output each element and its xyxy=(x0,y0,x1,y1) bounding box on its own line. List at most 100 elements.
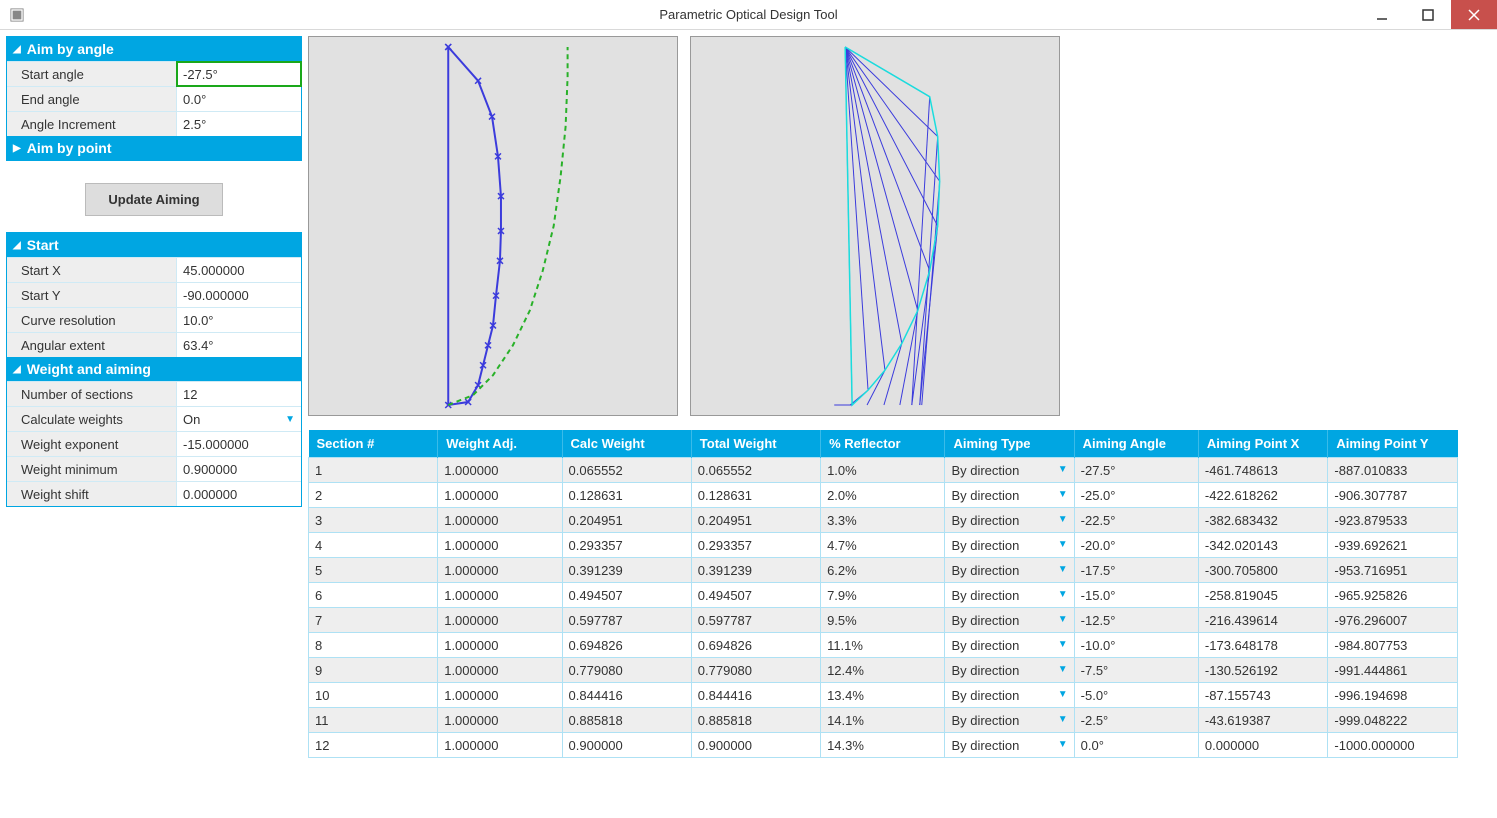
header-weight-adj[interactable]: Weight Adj. xyxy=(438,430,562,458)
cell-weight-adj[interactable]: 1.000000 xyxy=(438,733,562,758)
ray-trace-chart[interactable] xyxy=(690,36,1060,416)
minimize-button[interactable] xyxy=(1359,0,1405,29)
table-row: 71.0000000.5977870.5977879.5%By directio… xyxy=(309,608,1458,633)
header-aiming-point-y[interactable]: Aiming Point Y xyxy=(1328,430,1458,458)
aim-by-angle-header[interactable]: ◢ Aim by angle xyxy=(7,37,301,61)
start-angle-input[interactable]: -27.5° xyxy=(177,62,301,86)
cell-section: 9 xyxy=(309,658,438,683)
sections-table: Section # Weight Adj. Calc Weight Total … xyxy=(308,430,1458,758)
cell-aiming-point-y: -1000.000000 xyxy=(1328,733,1458,758)
cell-aiming-angle[interactable]: 0.0° xyxy=(1074,733,1198,758)
cell-weight-adj[interactable]: 1.000000 xyxy=(438,633,562,658)
aim-by-point-header[interactable]: ▶ Aim by point xyxy=(7,136,301,160)
cell-calc-weight: 0.494507 xyxy=(562,583,691,608)
expand-icon: ▶ xyxy=(13,143,21,154)
cell-pct-reflector: 14.1% xyxy=(821,708,945,733)
cell-aiming-angle[interactable]: -27.5° xyxy=(1074,458,1198,483)
reflector-profile-chart[interactable] xyxy=(308,36,678,416)
start-header[interactable]: ◢ Start xyxy=(7,233,301,257)
cell-aiming-type[interactable]: By direction▼ xyxy=(945,708,1074,733)
angle-increment-input[interactable]: 2.5° xyxy=(177,112,301,136)
cell-weight-adj[interactable]: 1.000000 xyxy=(438,508,562,533)
cell-aiming-angle[interactable]: -12.5° xyxy=(1074,608,1198,633)
close-button[interactable] xyxy=(1451,0,1497,29)
cell-aiming-angle[interactable]: -25.0° xyxy=(1074,483,1198,508)
header-aiming-point-x[interactable]: Aiming Point X xyxy=(1198,430,1327,458)
cell-aiming-type[interactable]: By direction▼ xyxy=(945,683,1074,708)
angular-extent-input[interactable]: 63.4° xyxy=(177,333,301,357)
cell-aiming-type[interactable]: By direction▼ xyxy=(945,533,1074,558)
start-y-input[interactable]: -90.000000 xyxy=(177,283,301,307)
header-section[interactable]: Section # xyxy=(309,430,438,458)
weight-exponent-input[interactable]: -15.000000 xyxy=(177,432,301,456)
cell-aiming-type[interactable]: By direction▼ xyxy=(945,608,1074,633)
cell-calc-weight: 0.128631 xyxy=(562,483,691,508)
header-calc-weight[interactable]: Calc Weight xyxy=(562,430,691,458)
cell-aiming-angle[interactable]: -15.0° xyxy=(1074,583,1198,608)
cell-aiming-type[interactable]: By direction▼ xyxy=(945,583,1074,608)
header-total-weight[interactable]: Total Weight xyxy=(691,430,820,458)
cell-weight-adj[interactable]: 1.000000 xyxy=(438,608,562,633)
cell-total-weight: 0.494507 xyxy=(691,583,820,608)
end-angle-input[interactable]: 0.0° xyxy=(177,87,301,111)
cell-weight-adj[interactable]: 1.000000 xyxy=(438,658,562,683)
header-pct-reflector[interactable]: % Reflector xyxy=(821,430,945,458)
maximize-button[interactable] xyxy=(1405,0,1451,29)
cell-total-weight: 0.844416 xyxy=(691,683,820,708)
cell-weight-adj[interactable]: 1.000000 xyxy=(438,533,562,558)
dropdown-icon: ▼ xyxy=(285,414,295,425)
cell-calc-weight: 0.694826 xyxy=(562,633,691,658)
cell-aiming-type[interactable]: By direction▼ xyxy=(945,508,1074,533)
weight-shift-input[interactable]: 0.000000 xyxy=(177,482,301,506)
table-row: 91.0000000.7790800.77908012.4%By directi… xyxy=(309,658,1458,683)
app-icon xyxy=(6,4,28,26)
cell-weight-adj[interactable]: 1.000000 xyxy=(438,583,562,608)
cell-aiming-point-x: 0.000000 xyxy=(1198,733,1327,758)
num-sections-input[interactable]: 12 xyxy=(177,382,301,406)
cell-total-weight: 0.204951 xyxy=(691,508,820,533)
cell-calc-weight: 0.885818 xyxy=(562,708,691,733)
cell-section: 4 xyxy=(309,533,438,558)
cell-aiming-angle[interactable]: -7.5° xyxy=(1074,658,1198,683)
cell-aiming-point-y: -991.444861 xyxy=(1328,658,1458,683)
header-aiming-angle[interactable]: Aiming Angle xyxy=(1074,430,1198,458)
cell-section: 1 xyxy=(309,458,438,483)
cell-aiming-angle[interactable]: -2.5° xyxy=(1074,708,1198,733)
dropdown-icon: ▼ xyxy=(1058,664,1068,675)
cell-aiming-type[interactable]: By direction▼ xyxy=(945,733,1074,758)
cell-aiming-angle[interactable]: -20.0° xyxy=(1074,533,1198,558)
table-row: 41.0000000.2933570.2933574.7%By directio… xyxy=(309,533,1458,558)
cell-aiming-type[interactable]: By direction▼ xyxy=(945,558,1074,583)
start-x-label: Start X xyxy=(7,258,177,282)
cell-aiming-angle[interactable]: -22.5° xyxy=(1074,508,1198,533)
table-row: 121.0000000.9000000.90000014.3%By direct… xyxy=(309,733,1458,758)
cell-section: 3 xyxy=(309,508,438,533)
section-title: Weight and aiming xyxy=(27,361,151,377)
cell-aiming-point-x: -173.648178 xyxy=(1198,633,1327,658)
cell-aiming-type[interactable]: By direction▼ xyxy=(945,658,1074,683)
end-angle-label: End angle xyxy=(7,87,177,111)
cell-aiming-type[interactable]: By direction▼ xyxy=(945,483,1074,508)
update-aiming-button[interactable]: Update Aiming xyxy=(85,183,222,216)
cell-aiming-point-x: -130.526192 xyxy=(1198,658,1327,683)
weight-minimum-input[interactable]: 0.900000 xyxy=(177,457,301,481)
cell-weight-adj[interactable]: 1.000000 xyxy=(438,708,562,733)
cell-weight-adj[interactable]: 1.000000 xyxy=(438,458,562,483)
cell-aiming-type[interactable]: By direction▼ xyxy=(945,633,1074,658)
cell-aiming-type[interactable]: By direction▼ xyxy=(945,458,1074,483)
cell-aiming-angle[interactable]: -5.0° xyxy=(1074,683,1198,708)
cell-calc-weight: 0.204951 xyxy=(562,508,691,533)
header-aiming-type[interactable]: Aiming Type xyxy=(945,430,1074,458)
cell-section: 11 xyxy=(309,708,438,733)
cell-weight-adj[interactable]: 1.000000 xyxy=(438,683,562,708)
cell-aiming-angle[interactable]: -10.0° xyxy=(1074,633,1198,658)
weight-aiming-header[interactable]: ◢ Weight and aiming xyxy=(7,357,301,381)
cell-aiming-point-x: -258.819045 xyxy=(1198,583,1327,608)
cell-aiming-angle[interactable]: -17.5° xyxy=(1074,558,1198,583)
curve-resolution-input[interactable]: 10.0° xyxy=(177,308,301,332)
start-x-input[interactable]: 45.000000 xyxy=(177,258,301,282)
calc-weights-select[interactable]: On ▼ xyxy=(177,407,301,431)
cell-pct-reflector: 9.5% xyxy=(821,608,945,633)
cell-weight-adj[interactable]: 1.000000 xyxy=(438,483,562,508)
cell-weight-adj[interactable]: 1.000000 xyxy=(438,558,562,583)
